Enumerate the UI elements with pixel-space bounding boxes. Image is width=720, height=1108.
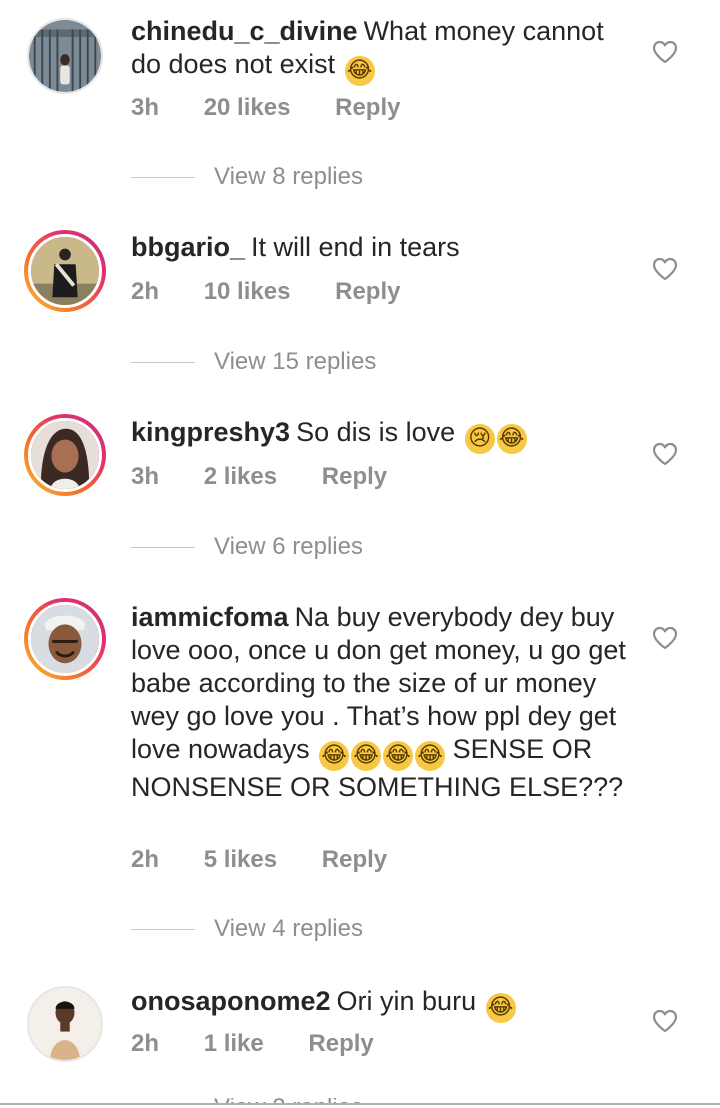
comment-meta: 2h 1 like Reply [131, 1030, 412, 1058]
view-replies-label: View 8 replies [214, 163, 363, 190]
comment-username[interactable]: onosaponome2 [131, 986, 331, 1016]
comment-time: 2h [131, 846, 160, 873]
heart-outline-icon [652, 257, 678, 281]
heart-outline-icon [652, 442, 678, 466]
view-replies-button[interactable]: View 6 replies [131, 532, 363, 562]
reply-button[interactable]: Reply [335, 94, 400, 121]
comment-body: chinedu_c_divine What money cannot do doe… [131, 15, 631, 86]
comment-time: 2h [131, 278, 160, 305]
laughing-emoji-icon: 😂 [485, 993, 516, 1023]
avatar-photo [31, 237, 99, 305]
laughing-emoji-icon: 😂 [344, 56, 375, 86]
view-replies-label: View 4 replies [214, 915, 363, 942]
comment-text-block: onosaponome2 Ori yin buru 😂 [131, 985, 631, 1023]
avatar-photo [31, 421, 99, 489]
avatar[interactable] [24, 598, 106, 680]
comment-time: 3h [131, 463, 160, 490]
bottom-divider [0, 1103, 720, 1105]
comment-username[interactable]: chinedu_c_divine [131, 16, 358, 46]
comment-likes[interactable]: 20 likes [204, 94, 291, 121]
like-button[interactable] [652, 626, 678, 650]
replies-divider [131, 546, 195, 548]
avatar-photo [29, 988, 101, 1060]
comment-meta: 3h 2 likes Reply [131, 463, 425, 491]
comment-likes[interactable]: 1 like [204, 1030, 264, 1057]
comment-text-block: bbgario_ It will end in tears [131, 231, 631, 264]
avatar[interactable] [24, 414, 106, 496]
comment-meta: 2h 5 likes Reply [131, 846, 425, 874]
crying-emoji-icon: 😢 [464, 424, 495, 454]
comment-username[interactable]: iammicfoma [131, 602, 289, 632]
comment-text: It will end in tears [251, 232, 460, 262]
avatar[interactable] [24, 230, 106, 312]
heart-outline-icon [652, 40, 678, 64]
comment-body: kingpreshy3 So dis is love 😢 😂 [131, 416, 631, 454]
like-button[interactable] [652, 1009, 678, 1033]
reply-button[interactable]: Reply [308, 1030, 373, 1057]
avatar-photo [29, 20, 101, 92]
reply-button[interactable]: Reply [322, 463, 387, 490]
like-button[interactable] [652, 257, 678, 281]
comment-username[interactable]: kingpreshy3 [131, 417, 290, 447]
comment-username[interactable]: bbgario_ [131, 232, 245, 262]
comment-meta: 3h 20 likes Reply [131, 94, 438, 122]
avatar-photo [31, 605, 99, 673]
reply-button[interactable]: Reply [322, 846, 387, 873]
replies-divider [131, 176, 195, 178]
laughing-emoji-icon: 😂 [383, 741, 414, 771]
replies-divider [131, 928, 195, 930]
view-replies-button[interactable]: View 15 replies [131, 347, 376, 377]
comment-text-block: kingpreshy3 So dis is love 😢 😂 [131, 416, 631, 454]
avatar[interactable] [27, 18, 103, 94]
comment-text: So dis is love [296, 417, 456, 447]
comment-time: 3h [131, 94, 160, 121]
comment-body: onosaponome2 Ori yin buru 😂 [131, 985, 631, 1023]
like-button[interactable] [652, 442, 678, 466]
view-replies-button[interactable]: View 4 replies [131, 914, 363, 944]
laughing-emoji-icon: 😂 [496, 424, 527, 454]
comment-likes[interactable]: 5 likes [204, 846, 277, 873]
comment-likes[interactable]: 2 likes [204, 463, 277, 490]
laughing-emoji-icon: 😂 [415, 741, 446, 771]
laughing-emoji-icon: 😂 [351, 741, 382, 771]
comment-body: bbgario_ It will end in tears [131, 231, 631, 264]
heart-outline-icon [652, 1009, 678, 1033]
avatar[interactable] [27, 986, 103, 1062]
comment-time: 2h [131, 1030, 160, 1057]
view-replies-label: View 15 replies [214, 348, 377, 375]
comments-list: chinedu_c_divine What money cannot do doe… [0, 0, 720, 1108]
comment-meta: 2h 10 likes Reply [131, 278, 438, 306]
comment-text: Ori yin buru [336, 986, 477, 1016]
view-replies-label: View 6 replies [214, 533, 363, 560]
reply-button[interactable]: Reply [335, 278, 400, 305]
like-button[interactable] [652, 40, 678, 64]
view-replies-button[interactable]: View 8 replies [131, 162, 363, 192]
laughing-emoji-icon: 😂 [319, 741, 350, 771]
heart-outline-icon [652, 626, 678, 650]
replies-divider [131, 361, 195, 363]
comment-text-block: iammicfoma Na buy everybody dey buy love … [131, 601, 631, 804]
comment-text-block: chinedu_c_divine What money cannot do doe… [131, 15, 631, 86]
comment-likes[interactable]: 10 likes [204, 278, 291, 305]
comment-body: iammicfoma Na buy everybody dey buy love … [131, 601, 631, 804]
